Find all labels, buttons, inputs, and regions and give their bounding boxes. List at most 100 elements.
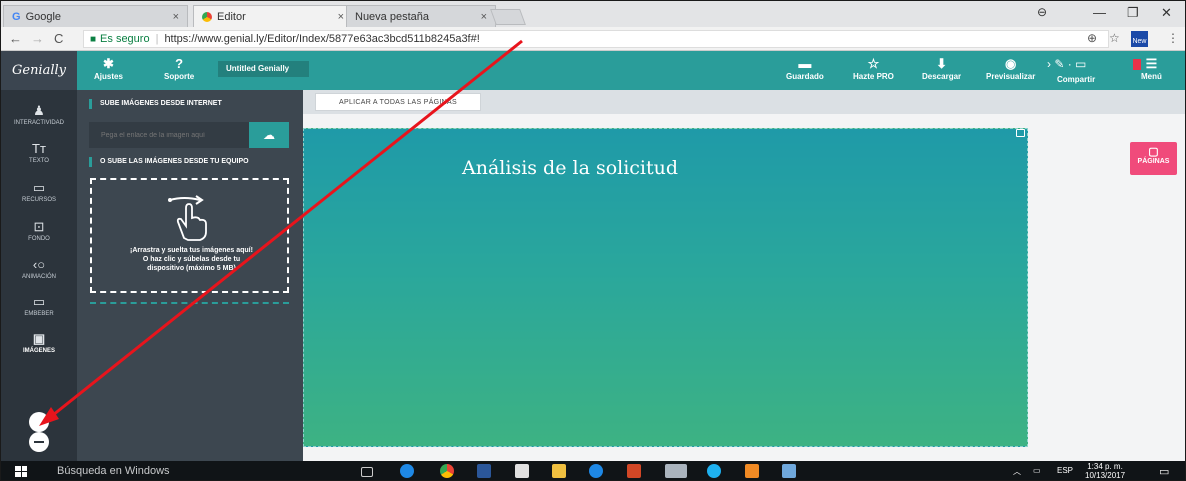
sidebar-item-recursos[interactable]: ▭ RECURSOS [1, 179, 77, 203]
maximize-button[interactable]: ❐ [1127, 5, 1139, 21]
menu-icon: ☰ [1145, 56, 1158, 71]
menu-label: Menú [1141, 72, 1162, 81]
genially-title-input[interactable]: Untitled Genially [218, 61, 309, 77]
extension-icon[interactable]: New [1131, 31, 1148, 47]
compartir-label: Compartir [1057, 75, 1096, 84]
soporte-label: Soporte [164, 72, 195, 81]
descargar-button[interactable]: ⬇ Descargar [922, 56, 961, 81]
extension-badge: New [1132, 38, 1147, 45]
minimize-button[interactable]: — [1093, 5, 1106, 20]
vlc-icon[interactable] [745, 464, 759, 478]
ajustes-label: Ajustes [94, 72, 123, 81]
resources-icon: ▭ [32, 180, 46, 195]
taskbar-clock[interactable]: 1:34 p. m. 10/13/2017 [1085, 462, 1125, 480]
sidebar-item-label: TEXTO [29, 158, 49, 164]
windows-start-icon[interactable] [15, 466, 27, 477]
weather-icon[interactable] [665, 464, 687, 478]
device-upload-header: O SUBE LAS IMÁGENES DESDE TU EQUIPO [89, 157, 249, 167]
ajustes-button[interactable]: ✱ Ajustes [94, 56, 123, 81]
tab-close-icon[interactable]: × [481, 11, 487, 23]
page-options-bar: APLICAR A TODAS LAS PÁGINAS [303, 90, 1185, 114]
close-window-button[interactable]: ✕ [1161, 5, 1172, 21]
slide-title[interactable]: Análisis de la solicitud [462, 157, 678, 179]
tab-close-icon[interactable]: × [338, 11, 344, 23]
image-dropzone[interactable]: ¡Arrastra y suelta tus imágenes aquí! O … [90, 178, 289, 293]
skype-icon[interactable] [707, 464, 721, 478]
store-icon[interactable] [515, 464, 529, 478]
dropzone-instructions: ¡Arrastra y suelta tus imágenes aquí! O … [100, 246, 283, 273]
tab-nueva-pestana[interactable]: Nueva pestaña × [346, 5, 496, 27]
back-icon[interactable]: ← [9, 31, 22, 46]
gear-icon: ✱ [103, 56, 114, 71]
sidebar-item-fondo[interactable]: ⊡ FONDO [1, 218, 77, 242]
download-icon: ⬇ [936, 56, 948, 71]
sidebar-item-imagenes[interactable]: ▣ IMÁGENES [1, 330, 77, 354]
language-indicator[interactable]: ESP [1057, 466, 1073, 475]
slide-canvas[interactable]: Análisis de la solicitud [303, 128, 1028, 447]
genially-topbar: Genially ✱ Ajustes ? Soporte Untitled Ge… [1, 51, 1185, 90]
reload-icon[interactable]: C [54, 31, 63, 46]
internet-explorer-icon[interactable] [589, 464, 603, 478]
edge-icon[interactable] [400, 464, 414, 478]
app-icon[interactable] [782, 464, 796, 478]
tray-chevron-icon[interactable]: ︿ [1013, 466, 1021, 477]
collapse-button[interactable] [29, 432, 49, 452]
sidebar-item-label: INTERACTIVIDAD [13, 120, 64, 126]
upload-cloud-button[interactable]: ☁ [249, 122, 289, 148]
bookmark-icon[interactable] [1133, 59, 1141, 70]
windows-search-box[interactable]: Búsqueda en Windows [57, 465, 170, 477]
task-view-icon[interactable] [361, 467, 373, 477]
lock-icon[interactable] [1016, 129, 1025, 137]
secure-label: Es seguro [100, 33, 150, 45]
image-url-input[interactable] [89, 122, 249, 148]
sidebar-item-animacion[interactable]: ‹○ ANIMACIÓN [1, 256, 77, 280]
sidebar-item-embeber[interactable]: ▭ EMBEBER [1, 293, 77, 317]
guardado-label: Guardado [786, 72, 824, 81]
sidebar-item-texto[interactable]: Tт TEXTO [1, 140, 77, 164]
menu-button[interactable]: ☰ Menú [1141, 56, 1162, 81]
eye-icon: ◉ [1005, 56, 1017, 71]
previsualizar-button[interactable]: ◉ Previsualizar [986, 56, 1035, 81]
sidebar-item-label: EMBEBER [24, 311, 54, 317]
person-icon: ♟ [33, 103, 45, 118]
hazte-pro-button[interactable]: ☆ Hazte PRO [853, 56, 894, 81]
genially-logo[interactable]: Genially [1, 51, 77, 90]
notifications-icon[interactable]: ▭ [1159, 465, 1169, 478]
embed-icon: ▭ [32, 294, 46, 309]
pages-icon: ▢ [1148, 146, 1159, 158]
bookmark-star-icon[interactable]: ☆ [1109, 31, 1120, 45]
url-omnibox[interactable]: ■ Es seguro | https://www.genial.ly/Edit… [83, 30, 1109, 48]
sidebar-item-label: IMÁGENES [22, 348, 55, 354]
editor-workspace: APLICAR A TODAS LAS PÁGINAS Análisis de … [303, 90, 1185, 461]
compartir-button[interactable]: Compartir [1057, 75, 1095, 84]
guardado-button[interactable]: ▬ Guardado [786, 56, 824, 81]
tab-label: Google [25, 10, 62, 23]
hazte-pro-label: Hazte PRO [853, 72, 894, 81]
chrome-icon[interactable] [440, 464, 454, 478]
previsualizar-label: Previsualizar [986, 72, 1036, 81]
sidebar-item-interactividad[interactable]: ♟ INTERACTIVIDAD [1, 102, 77, 126]
network-icon[interactable]: ▭ [1033, 466, 1041, 475]
zoom-icon[interactable]: ⊕ [1087, 31, 1097, 45]
annotation-tools-icon[interactable]: › ✎ · ▭ [1047, 57, 1086, 71]
file-explorer-icon[interactable] [552, 464, 566, 478]
paginas-button[interactable]: ▢ PÁGINAS [1130, 142, 1177, 175]
tab-close-icon[interactable]: × [173, 11, 179, 23]
new-tab-button[interactable] [490, 9, 526, 25]
profile-icon[interactable]: ⊖ [1037, 5, 1047, 19]
save-icon: ▬ [798, 56, 812, 71]
google-icon: G [12, 10, 21, 23]
windows-taskbar: Búsqueda en Windows ︿ ▭ ESP 1:34 p. m. 1… [1, 461, 1185, 480]
images-icon: ▣ [32, 331, 46, 346]
tab-label: Nueva pestaña [355, 10, 429, 23]
forward-icon[interactable]: → [31, 31, 44, 46]
soporte-button[interactable]: ? Soporte [164, 56, 194, 81]
tab-google[interactable]: G Google × [3, 5, 188, 27]
word-icon[interactable] [477, 464, 491, 478]
chrome-menu-icon[interactable]: ⋮ [1167, 31, 1179, 45]
powerpoint-icon[interactable] [627, 464, 641, 478]
apply-to-all-pages-button[interactable]: APLICAR A TODAS LAS PÁGINAS [315, 93, 481, 111]
help-round-button[interactable] [29, 412, 49, 432]
internet-upload-header: SUBE IMÁGENES DESDE INTERNET [89, 99, 222, 109]
tab-editor[interactable]: Editor × [193, 5, 353, 27]
